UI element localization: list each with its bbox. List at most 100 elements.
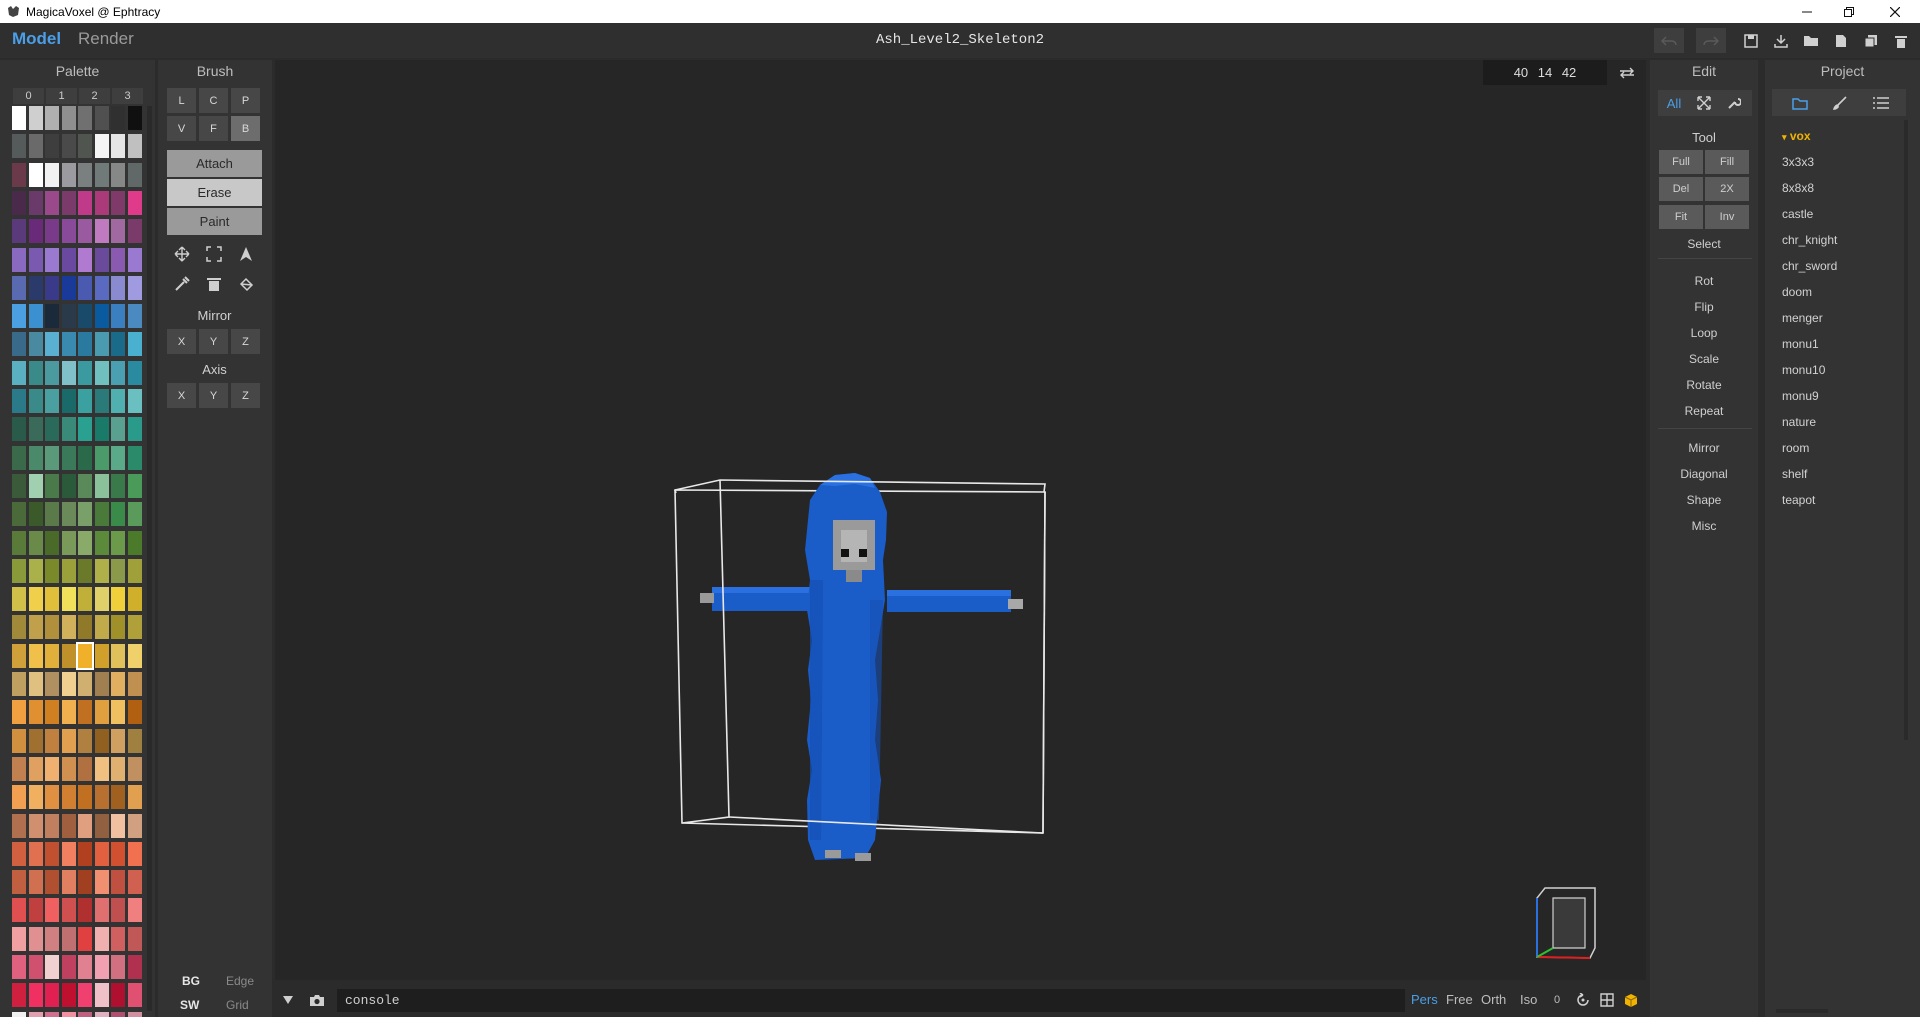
attach-button[interactable]: Attach (167, 150, 262, 177)
bg-toggle[interactable]: BG (182, 974, 200, 988)
palette-swatch[interactable] (127, 983, 142, 1008)
palette-swatch[interactable] (78, 615, 92, 640)
palette-swatch[interactable] (111, 615, 125, 640)
palette-swatch[interactable] (45, 587, 59, 612)
palette-swatch[interactable] (28, 643, 43, 668)
brush-mode-c[interactable]: C (199, 88, 228, 113)
palette-swatch[interactable] (127, 473, 142, 498)
palette-swatch[interactable] (94, 1011, 109, 1017)
palette-swatch[interactable] (12, 1011, 26, 1017)
palette-swatch[interactable] (45, 219, 59, 244)
palette-page-3[interactable]: 3 (112, 88, 143, 104)
brush-mode-l[interactable]: L (167, 88, 196, 113)
palette-swatch[interactable] (111, 813, 125, 838)
trash-icon[interactable] (199, 270, 229, 298)
palette-swatch[interactable] (61, 756, 76, 781)
palette-swatch[interactable] (78, 983, 92, 1008)
palette-swatch[interactable] (94, 558, 109, 583)
palette-swatch[interactable] (28, 445, 43, 470)
palette-swatch[interactable] (12, 417, 26, 442)
palette-swatch[interactable] (61, 304, 76, 329)
palette-swatch[interactable] (28, 983, 43, 1008)
palette-swatch[interactable] (28, 190, 43, 215)
edit-scale[interactable]: Scale (1658, 352, 1750, 366)
bucket-icon[interactable] (231, 270, 261, 298)
palette-swatch[interactable] (111, 983, 125, 1008)
palette-swatch[interactable] (78, 473, 92, 498)
palette-swatch[interactable] (45, 983, 59, 1008)
palette-swatch[interactable] (111, 332, 125, 357)
palette-swatch[interactable] (45, 134, 59, 159)
palette-swatch[interactable] (28, 304, 43, 329)
palette-swatch[interactable] (28, 360, 43, 385)
palette-swatch[interactable] (78, 417, 92, 442)
palette-swatch-selected[interactable] (76, 641, 94, 670)
orientation-gizmo[interactable] (1536, 887, 1596, 959)
palette-swatch[interactable] (78, 841, 92, 866)
palette-swatch[interactable] (127, 841, 142, 866)
palette-swatch[interactable] (127, 304, 142, 329)
palette-swatch[interactable] (127, 389, 142, 413)
tool-del-button[interactable]: Del (1659, 177, 1703, 201)
palette-swatch[interactable] (94, 134, 109, 159)
palette-swatch[interactable] (61, 672, 76, 696)
palette-swatch[interactable] (12, 841, 26, 866)
palette-swatch[interactable] (78, 304, 92, 329)
select-label[interactable]: Select (1658, 237, 1750, 251)
tool-inv-button[interactable]: Inv (1705, 205, 1749, 229)
palette-swatch[interactable] (45, 870, 59, 895)
3d-viewport[interactable] (275, 60, 1646, 980)
palette-swatch[interactable] (127, 134, 142, 159)
undo-icon[interactable] (1654, 28, 1684, 53)
palette-swatch[interactable] (12, 785, 26, 810)
palette-swatch[interactable] (78, 926, 92, 951)
axis-z-button[interactable]: Z (231, 383, 260, 408)
palette-swatch[interactable] (127, 785, 142, 810)
palette-swatch[interactable] (61, 502, 76, 527)
edit-flip[interactable]: Flip (1658, 300, 1750, 314)
palette-swatch[interactable] (78, 558, 92, 583)
palette-swatch[interactable] (127, 332, 142, 357)
wrench-icon[interactable] (1720, 92, 1748, 114)
palette-swatch[interactable] (127, 106, 142, 130)
project-file-item[interactable]: monu9 (1782, 389, 1819, 403)
palette-swatch[interactable] (12, 955, 26, 979)
palette-swatch[interactable] (28, 558, 43, 583)
palette-swatch[interactable] (45, 926, 59, 951)
palette-swatch[interactable] (127, 813, 142, 838)
palette-swatch[interactable] (45, 643, 59, 668)
sw-toggle[interactable]: SW (180, 998, 199, 1012)
palette-swatch[interactable] (61, 332, 76, 357)
palette-swatch[interactable] (94, 473, 109, 498)
palette-swatch[interactable] (12, 700, 26, 725)
palette-swatch[interactable] (12, 162, 26, 187)
brush-mode-v[interactable]: V (167, 116, 196, 141)
palette-swatch[interactable] (61, 955, 76, 979)
palette-swatch[interactable] (61, 389, 76, 413)
palette-swatch[interactable] (45, 360, 59, 385)
voxel-model-scene[interactable] (275, 60, 1646, 980)
palette-swatch[interactable] (94, 983, 109, 1008)
palette-swatch[interactable] (61, 728, 76, 753)
palette-swatch[interactable] (111, 587, 125, 612)
palette-swatch[interactable] (111, 445, 125, 470)
palette-swatch[interactable] (94, 672, 109, 696)
palette-swatch[interactable] (12, 587, 26, 612)
palette-swatch[interactable] (127, 162, 142, 187)
edit-tab-all[interactable]: All (1660, 92, 1688, 114)
camera-icon[interactable] (306, 991, 328, 1009)
tool-fit-button[interactable]: Fit (1659, 205, 1703, 229)
project-file-item[interactable]: chr_knight (1782, 233, 1837, 247)
palette-swatch[interactable] (111, 304, 125, 329)
palette-swatch[interactable] (28, 813, 43, 838)
palette-swatch[interactable] (12, 926, 26, 951)
palette-swatch[interactable] (28, 247, 43, 272)
palette-swatch[interactable] (28, 728, 43, 753)
palette-swatch[interactable] (61, 700, 76, 725)
palette-swatch[interactable] (78, 898, 92, 923)
erase-button[interactable]: Erase (167, 179, 262, 206)
palette-swatch[interactable] (61, 275, 76, 300)
new-icon[interactable] (1826, 28, 1856, 53)
palette-swatch[interactable] (45, 304, 59, 329)
palette-swatch[interactable] (94, 162, 109, 187)
